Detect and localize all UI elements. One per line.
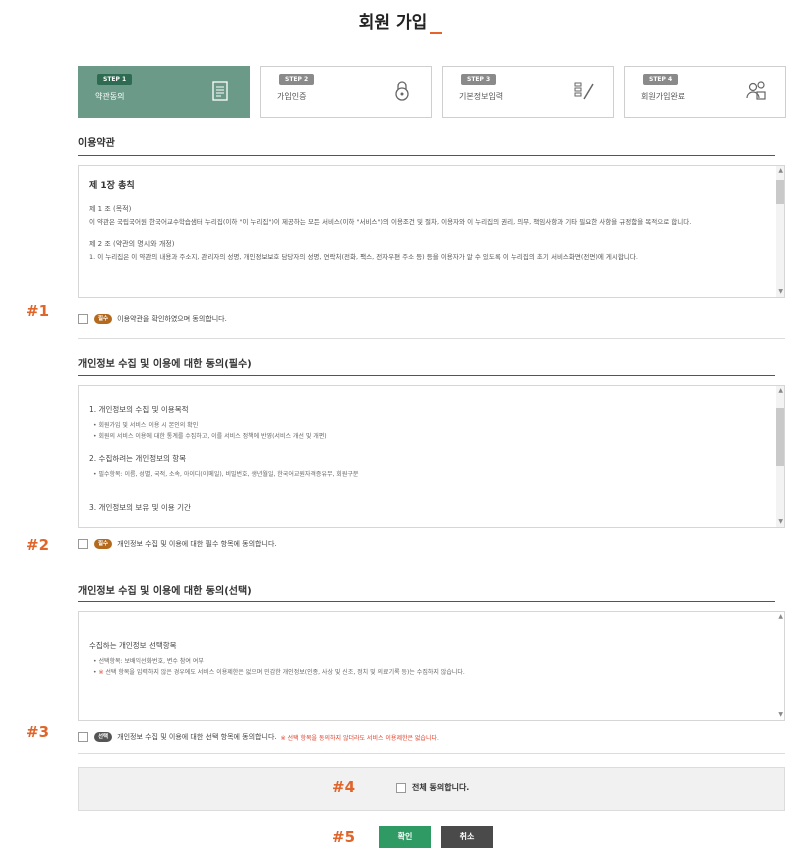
step-2: STEP 2 가입인증 [260, 66, 432, 118]
divider [78, 338, 785, 339]
scroll-up-icon[interactable]: ▲ [778, 388, 783, 394]
privacy-optional-note: ※ 선택 항목을 동의하지 않더라도 서비스 이용제한은 없습니다. [280, 734, 439, 742]
page-title: 회원 가입 [358, 13, 428, 33]
step-1-label: 약관동의 [95, 92, 125, 101]
marker-2: #2 [26, 536, 50, 554]
privacy-required-agree-checkbox[interactable] [78, 539, 88, 549]
marker-4: #4 [332, 778, 356, 796]
optional-badge: 선택 [94, 732, 113, 742]
privacy-s3-heading: 3. 개인정보의 보유 및 이용 기간 [89, 503, 191, 512]
lock-icon [389, 78, 415, 104]
pen-icon [571, 78, 597, 104]
terms-agree-label[interactable]: 이용약관을 확인하였으며 동의합니다. [117, 314, 227, 324]
scroll-up-icon[interactable]: ▲ [778, 614, 783, 620]
terms-article-2-title: 제 2 조 (약관의 명시와 개정) [89, 240, 175, 248]
scroll-down-icon[interactable]: ▼ [778, 289, 783, 295]
privacy-s1-bullet-2: • 회원의 서비스 이용에 대한 통계를 수집하고, 이를 서비스 정책에 반영… [93, 433, 327, 440]
step-3-label: 기본정보입력 [459, 92, 504, 101]
scroll-down-icon[interactable]: ▼ [778, 712, 783, 718]
terms-agree-checkbox[interactable] [78, 314, 88, 324]
terms-scrollbar-thumb[interactable] [776, 180, 784, 204]
terms-article-2-body: 1. 이 누리집은 이 약관의 내용과 주소지, 관리자의 성명, 개인정보보호… [89, 253, 638, 261]
marker-1: #1 [26, 302, 50, 320]
step-1: STEP 1 약관동의 [78, 66, 250, 118]
step-3: STEP 3 기본정보입력 [442, 66, 614, 118]
terms-scrollbox[interactable]: 제 1장 총칙 제 1 조 (목적) 이 약관은 국립국어원 한국어교수학습샘터… [78, 165, 785, 298]
privacy-optional-agree-row[interactable]: 선택 개인정보 수집 및 이용에 대한 선택 항목에 동의합니다. ※ 선택 항… [78, 730, 439, 744]
terms-agree-row[interactable]: 필수 이용약관을 확인하였으며 동의합니다. [78, 312, 227, 326]
privacy-optional-line [78, 601, 775, 602]
terms-article-1-title: 제 1 조 (목적) [89, 205, 132, 213]
scroll-up-icon[interactable]: ▲ [778, 168, 783, 174]
privacy-required-scrollbar-thumb[interactable] [776, 408, 784, 466]
terms-section-line [78, 155, 775, 156]
step-4: STEP 4 회원가입완료 [624, 66, 786, 118]
privacy-required-agree-label[interactable]: 개인정보 수집 및 이용에 대한 필수 항목에 동의합니다. [117, 539, 276, 549]
all-agree-label[interactable]: 전체 동의합니다. [412, 782, 469, 793]
title-underline [430, 32, 442, 34]
confirm-button[interactable]: 확인 [379, 826, 431, 848]
users-icon [743, 78, 769, 104]
cancel-button[interactable]: 취소 [441, 826, 493, 848]
privacy-required-line [78, 375, 775, 376]
privacy-optional-heading: 수집하는 개인정보 선택항목 [89, 641, 177, 650]
step-3-badge: STEP 3 [461, 74, 497, 85]
privacy-optional-agree-label[interactable]: 개인정보 수집 및 이용에 대한 선택 항목에 동의합니다. [117, 732, 276, 742]
warning-mark: ※ [98, 669, 104, 676]
privacy-optional-bullet-2: • ※ 선택 항목을 입력하지 않은 경우에도 서비스 이용제한은 없으며 민감… [93, 669, 465, 676]
privacy-optional-bullet-2-text: 선택 항목을 입력하지 않은 경우에도 서비스 이용제한은 없으며 민감한 개인… [105, 669, 465, 676]
document-icon [207, 78, 233, 104]
privacy-optional-title: 개인정보 수집 및 이용에 대한 동의(선택) [78, 586, 252, 597]
privacy-s2-heading: 2. 수집하려는 개인정보의 항목 [89, 454, 187, 463]
privacy-s2-bullet-1: • 필수항목: 이름, 성별, 국적, 소속, 아이디(이메일), 비밀번호, … [93, 471, 359, 478]
privacy-optional-bullet-1: • 선택항목: 보배익선화번호, 변수 참여 여부 [93, 658, 204, 665]
privacy-required-scrollbox[interactable]: 1. 개인정보의 수집 및 이용목적 • 회원가입 및 서비스 이용 시 본인의… [78, 385, 785, 528]
all-agree-row[interactable]: 전체 동의합니다. [396, 782, 469, 793]
step-2-label: 가입인증 [277, 92, 307, 101]
step-4-label: 회원가입완료 [641, 92, 686, 101]
divider [78, 753, 785, 754]
privacy-required-title: 개인정보 수집 및 이용에 대한 동의(필수) [78, 359, 252, 370]
step-1-badge: STEP 1 [97, 74, 133, 85]
all-agree-checkbox[interactable] [396, 782, 406, 793]
scroll-down-icon[interactable]: ▼ [778, 519, 783, 525]
terms-article-1-body: 이 약관은 국립국어원 한국어교수학습샘터 누리집(이하 "이 누리집")이 제… [89, 218, 692, 226]
terms-section-title: 이용약관 [78, 138, 115, 149]
privacy-optional-scrollbox[interactable]: 수집하는 개인정보 선택항목 • 선택항목: 보배익선화번호, 변수 참여 여부… [78, 611, 785, 721]
step-indicator: STEP 1 약관동의 STEP 2 가입인증 STEP 3 기본정보입력 ST… [78, 66, 786, 118]
privacy-s1-heading: 1. 개인정보의 수집 및 이용목적 [89, 405, 189, 414]
step-4-badge: STEP 4 [643, 74, 679, 85]
terms-heading: 제 1장 총칙 [89, 181, 135, 191]
step-2-badge: STEP 2 [279, 74, 315, 85]
privacy-s1-bullet-1: • 회원가입 및 서비스 이용 시 본인의 확인 [93, 422, 199, 429]
privacy-required-agree-row[interactable]: 필수 개인정보 수집 및 이용에 대한 필수 항목에 동의합니다. [78, 537, 277, 551]
required-badge: 필수 [94, 539, 113, 549]
marker-5: #5 [332, 828, 356, 846]
required-badge: 필수 [94, 314, 113, 324]
marker-3: #3 [26, 723, 50, 741]
privacy-optional-agree-checkbox[interactable] [78, 732, 88, 742]
